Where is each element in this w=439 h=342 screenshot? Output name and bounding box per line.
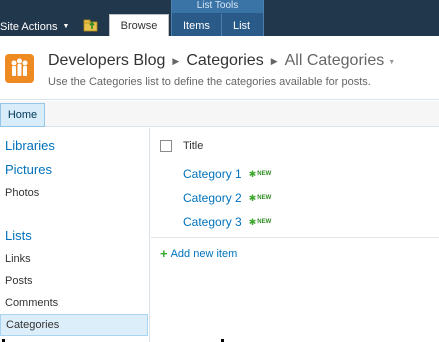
select-all-checkbox[interactable] — [160, 140, 172, 152]
new-sparkle-icon: ✱ NEW — [248, 216, 272, 227]
tab-browse[interactable]: Browse — [109, 14, 169, 36]
list-item: Category 3 ✱ NEW — [183, 214, 271, 230]
site-actions-menu[interactable]: Site Actions ▼ — [0, 17, 69, 36]
new-sparkle-icon: ✱ NEW — [248, 192, 272, 203]
breadcrumb: Developers Blog ▶ Categories ▶ All Categ… — [48, 52, 395, 70]
ql-item-categories[interactable]: Categories — [0, 314, 148, 336]
ql-heading-libraries[interactable]: Libraries — [5, 138, 55, 153]
ql-item-comments[interactable]: Comments — [5, 297, 58, 309]
list-tools-group: List Tools Items List — [171, 0, 264, 36]
tab-items[interactable]: Items — [183, 16, 210, 36]
list-item-link[interactable]: Category 2 — [183, 191, 242, 205]
plus-icon: + — [160, 246, 168, 261]
breadcrumb-separator-icon: ▶ — [270, 55, 278, 66]
list-divider — [151, 237, 439, 238]
ql-heading-pictures[interactable]: Pictures — [5, 162, 52, 177]
list-view: Title Category 1 ✱ NEW Category 2 ✱ NEW Ca… — [151, 128, 439, 342]
people-logo-icon[interactable] — [5, 54, 34, 83]
list-item-link[interactable]: Category 1 — [183, 167, 242, 181]
list-item: Category 2 ✱ NEW — [183, 190, 271, 206]
list-item-link[interactable]: Category 3 — [183, 215, 242, 229]
site-actions-label: Site Actions — [0, 20, 58, 33]
title-area: Developers Blog ▶ Categories ▶ All Categ… — [0, 36, 439, 100]
list-tools-label: List Tools — [172, 0, 263, 13]
add-new-item-link[interactable]: + Add new item — [160, 246, 238, 261]
column-header-title[interactable]: Title — [183, 140, 203, 152]
ql-item-photos[interactable]: Photos — [5, 187, 39, 199]
add-new-item-label: Add new item — [170, 248, 238, 260]
chevron-down-icon: ▼ — [62, 23, 70, 30]
ql-item-links[interactable]: Links — [5, 253, 31, 265]
quick-launch: Libraries Pictures Photos Lists Links Po… — [0, 128, 150, 342]
breadcrumb-separator-icon: ▶ — [172, 55, 180, 66]
tab-list[interactable]: List — [233, 16, 250, 36]
breadcrumb-site-link[interactable]: Developers Blog — [48, 52, 165, 70]
nav-home-tab[interactable]: Home — [0, 103, 45, 127]
breadcrumb-view-selector[interactable]: All Categories — [285, 52, 385, 70]
new-sparkle-icon: ✱ NEW — [248, 168, 272, 179]
tab-divider — [221, 14, 222, 36]
chevron-down-icon[interactable]: ▼ — [388, 59, 395, 66]
page-description: Use the Categories list to define the ca… — [48, 76, 371, 88]
ql-item-categories-label: Categories — [6, 319, 60, 331]
list-item: Category 1 ✱ NEW — [183, 166, 271, 182]
breadcrumb-list-link[interactable]: Categories — [186, 52, 263, 70]
ql-item-posts[interactable]: Posts — [5, 275, 33, 287]
ql-heading-lists[interactable]: Lists — [5, 228, 32, 243]
top-link-bar: Home — [0, 101, 439, 127]
folder-up-arrow-icon[interactable] — [83, 17, 99, 33]
ribbon-bar: Site Actions ▼ Browse List Tools Items L… — [0, 0, 439, 36]
